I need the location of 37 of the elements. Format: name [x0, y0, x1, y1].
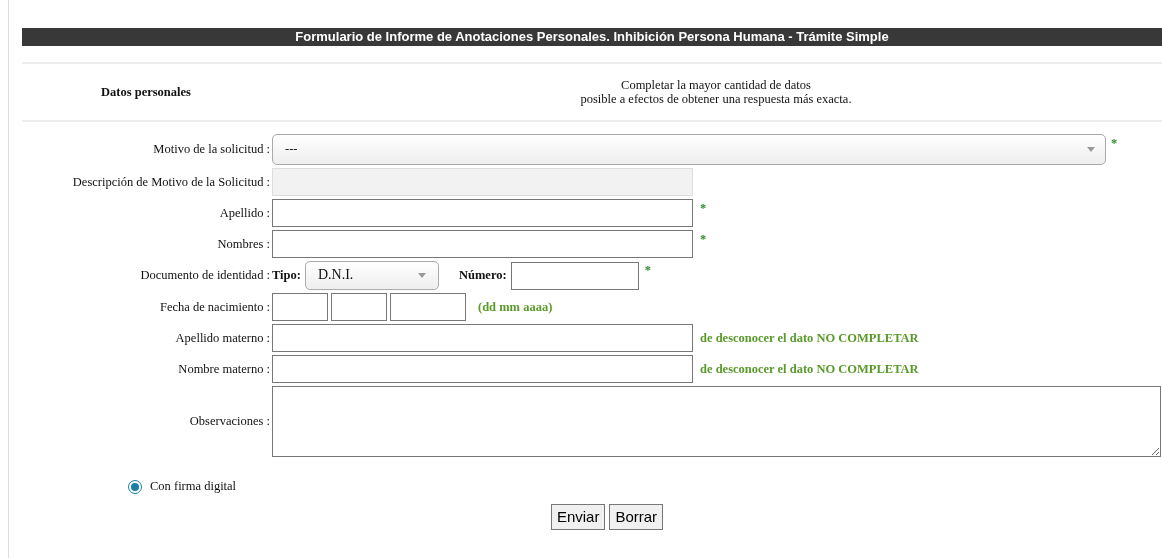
- input-field[interactable]: [510, 261, 639, 290]
- input-field[interactable]: [272, 324, 693, 352]
- number-label: Número:: [458, 268, 507, 283]
- field-label: Fecha de nacimiento :: [158, 299, 271, 315]
- field-hint: de desconocer el dato NO COMPLETAR: [700, 361, 919, 377]
- form-button[interactable]: Borrar: [609, 504, 664, 530]
- select-field[interactable]: ---: [272, 134, 1106, 165]
- input-field[interactable]: [331, 293, 387, 321]
- input-field[interactable]: [272, 355, 693, 383]
- field-label: Motivo de la solicitud :: [152, 142, 271, 157]
- field-label: Descripción de Motivo de la Solicitud :: [71, 174, 271, 190]
- input-field[interactable]: [272, 230, 693, 258]
- input-field[interactable]: [272, 293, 328, 321]
- input-field[interactable]: [272, 199, 693, 227]
- required-mark: *: [643, 263, 652, 278]
- field-label: Nombres :: [216, 236, 271, 252]
- field-hint: (dd mm aaaa): [478, 299, 553, 315]
- input-field[interactable]: [390, 293, 466, 321]
- field-label: Documento de identidad :: [139, 268, 271, 283]
- field-label: Nombre materno :: [177, 361, 271, 377]
- caret-icon: [417, 273, 426, 278]
- form-title: Formulario de Informe de Anotaciones Personales. Inhibición Persona Humana - Trámite Simple: [22, 28, 1162, 46]
- field-label: Apellido :: [218, 205, 271, 221]
- caret-icon: [1087, 147, 1095, 152]
- type-label: Tipo:: [272, 268, 301, 283]
- field-hint: de desconocer el dato NO COMPLETAR: [700, 330, 919, 346]
- required-mark: *: [1110, 136, 1119, 151]
- radio-label: Con firma digital: [150, 479, 237, 494]
- field-label: Apellido materno :: [174, 330, 271, 346]
- required-mark: *: [699, 232, 708, 247]
- type-select[interactable]: D.N.I.: [304, 261, 439, 290]
- section-label: Datos personales: [100, 84, 192, 100]
- section-note: Completar la mayor cantidad de datos posible a efectos de obtener una respuesta más exacta.: [579, 77, 853, 107]
- text-area[interactable]: [272, 386, 1161, 457]
- required-mark: *: [699, 201, 708, 216]
- field-label: Observaciones :: [188, 414, 271, 429]
- form-button[interactable]: Enviar: [550, 504, 606, 530]
